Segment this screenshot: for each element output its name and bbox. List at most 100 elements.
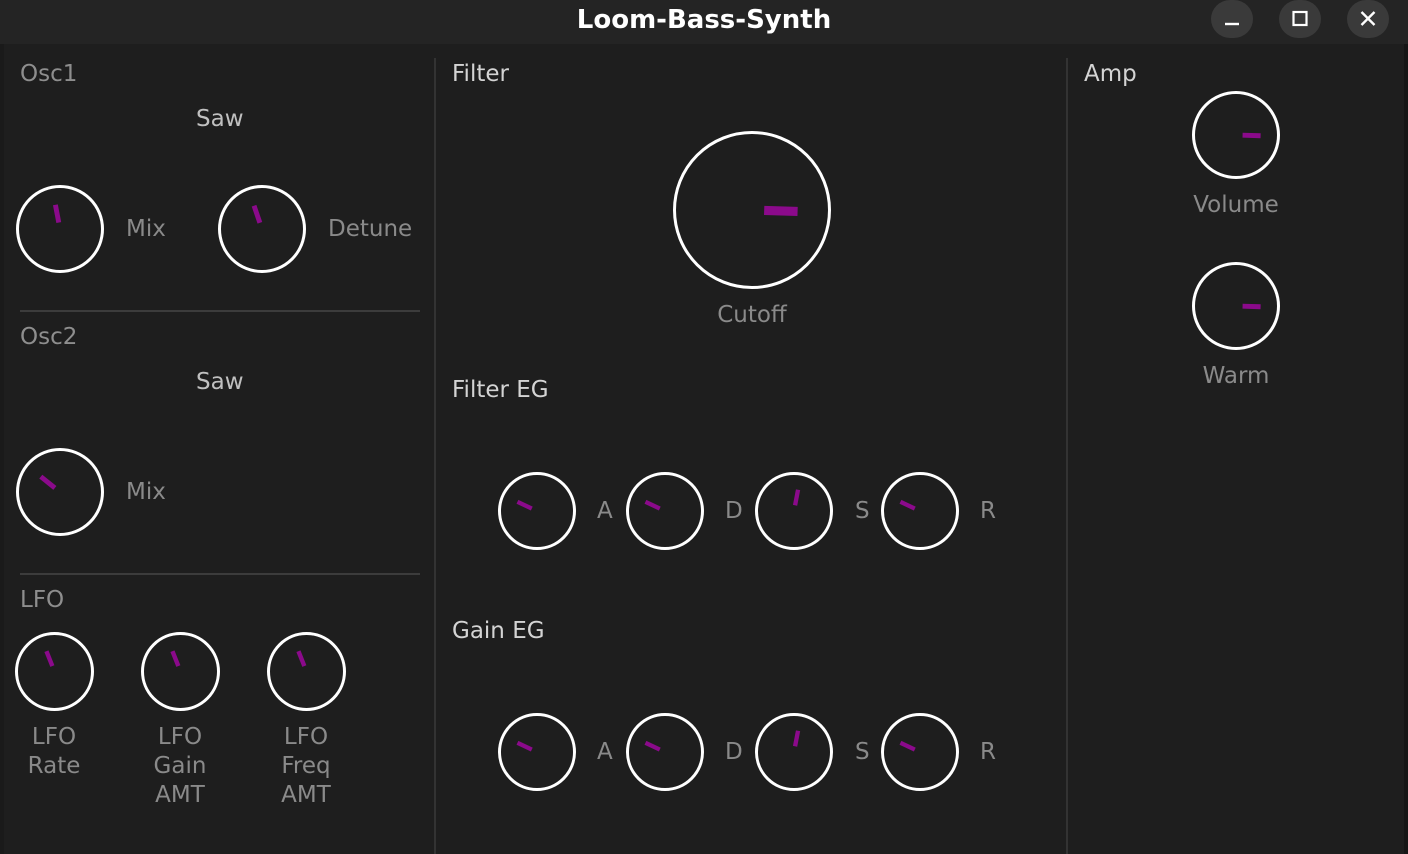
window-edge-right xyxy=(1404,44,1408,854)
knob-indicator xyxy=(764,205,798,216)
knob-pointer xyxy=(44,650,55,667)
knob-pointer xyxy=(1242,303,1261,310)
knob-pointer xyxy=(644,499,661,511)
lfo-divider xyxy=(20,573,420,575)
knob-pointer xyxy=(792,730,801,747)
synth-window: Loom-Bass-Synth Osc1 Saw Mix Detune Osc2… xyxy=(0,0,1408,854)
knob-indicator xyxy=(792,730,801,747)
lfo-rate-label: LFO Rate xyxy=(14,723,94,781)
knob-indicator xyxy=(170,650,181,667)
knob-indicator xyxy=(1242,303,1261,310)
filter-title: Filter xyxy=(452,61,509,87)
knob-pointer xyxy=(899,740,916,752)
lfo-freq-amt-label-line: LFO xyxy=(283,724,329,750)
maximize-icon xyxy=(1292,10,1308,27)
cutoff-label: Cutoff xyxy=(717,302,787,328)
knob-indicator xyxy=(296,650,307,667)
osc-divider xyxy=(20,310,420,312)
lfo-freq-amt-label: LFO Freq AMT xyxy=(266,723,346,810)
lfo-gain-amt-label: LFO Gain AMT xyxy=(140,723,220,810)
knob-indicator xyxy=(52,204,62,224)
knob-indicator xyxy=(516,740,533,752)
title-bar: Loom-Bass-Synth xyxy=(0,0,1408,44)
filter-eg-decay-knob[interactable] xyxy=(626,472,704,550)
maximize-button[interactable] xyxy=(1279,0,1321,38)
lfo-rate-knob[interactable] xyxy=(15,632,94,711)
knob-pointer xyxy=(792,489,801,506)
knob-pointer xyxy=(516,499,533,511)
gain-eg-title: Gain EG xyxy=(452,618,545,644)
osc2-mix-label: Mix xyxy=(126,479,166,505)
warm-knob[interactable] xyxy=(1192,262,1280,350)
knob-indicator xyxy=(1242,132,1261,139)
lfo-gain-amt-label-line: AMT xyxy=(155,782,205,808)
lfo-freq-amt-label-line: Freq xyxy=(281,753,331,779)
osc2-waveform-selector[interactable]: Saw xyxy=(196,369,244,395)
knob-indicator xyxy=(644,740,661,752)
filter-eg-release-label: R xyxy=(980,498,996,524)
amp-title: Amp xyxy=(1084,61,1137,87)
lfo-gain-amt-label-line: LFO xyxy=(157,724,203,750)
gain-eg-release-label: R xyxy=(980,739,996,765)
osc1-waveform-selector[interactable]: Saw xyxy=(196,106,244,132)
filter-eg-sustain-knob[interactable] xyxy=(755,472,833,550)
filter-eg-attack-label: A xyxy=(597,498,613,524)
knob-pointer xyxy=(170,650,181,667)
close-icon xyxy=(1360,11,1376,26)
minimize-button[interactable] xyxy=(1211,0,1253,38)
minimize-icon xyxy=(1225,22,1239,26)
knob-pointer xyxy=(52,204,62,224)
filter-eg-decay-label: D xyxy=(725,498,743,524)
knob-indicator xyxy=(644,499,661,511)
osc1-mix-knob[interactable] xyxy=(16,185,104,273)
knob-pointer xyxy=(899,499,916,511)
knob-pointer xyxy=(1242,132,1261,139)
column-divider-left xyxy=(434,58,436,854)
osc1-mix-label: Mix xyxy=(126,216,166,242)
knob-indicator xyxy=(899,740,916,752)
knob-indicator xyxy=(516,499,533,511)
lfo-rate-label-line: Rate xyxy=(27,753,81,779)
filter-eg-release-knob[interactable] xyxy=(881,472,959,550)
knob-pointer xyxy=(644,740,661,752)
knob-indicator xyxy=(44,650,55,667)
column-divider-right xyxy=(1066,58,1068,854)
gain-eg-attack-label: A xyxy=(597,739,613,765)
close-button[interactable] xyxy=(1347,0,1389,38)
knob-indicator xyxy=(39,474,57,490)
knob-indicator xyxy=(899,499,916,511)
gain-eg-sustain-label: S xyxy=(855,739,870,765)
osc1-detune-label: Detune xyxy=(328,216,413,242)
lfo-freq-amt-knob[interactable] xyxy=(267,632,346,711)
cutoff-knob[interactable] xyxy=(673,131,831,289)
knob-indicator xyxy=(792,489,801,506)
window-edge-left xyxy=(0,44,4,854)
gain-eg-decay-knob[interactable] xyxy=(626,713,704,791)
volume-knob[interactable] xyxy=(1192,91,1280,179)
osc1-detune-knob[interactable] xyxy=(218,185,306,273)
lfo-title: LFO xyxy=(20,587,65,613)
filter-eg-attack-knob[interactable] xyxy=(498,472,576,550)
osc2-mix-knob[interactable] xyxy=(16,448,104,536)
osc2-title: Osc2 xyxy=(20,324,78,350)
knob-indicator xyxy=(251,204,263,224)
knob-pointer xyxy=(251,204,263,224)
knob-pointer xyxy=(516,740,533,752)
gain-eg-decay-label: D xyxy=(725,739,743,765)
volume-label: Volume xyxy=(1193,192,1279,218)
knob-pointer xyxy=(764,205,798,216)
lfo-freq-amt-label-line: AMT xyxy=(281,782,331,808)
lfo-gain-amt-label-line: Gain xyxy=(153,753,207,779)
gain-eg-attack-knob[interactable] xyxy=(498,713,576,791)
window-title: Loom-Bass-Synth xyxy=(576,5,832,35)
filter-eg-title: Filter EG xyxy=(452,377,549,403)
warm-label: Warm xyxy=(1202,363,1270,389)
gain-eg-release-knob[interactable] xyxy=(881,713,959,791)
lfo-gain-amt-knob[interactable] xyxy=(141,632,220,711)
knob-pointer xyxy=(296,650,307,667)
osc1-title: Osc1 xyxy=(20,61,78,87)
gain-eg-sustain-knob[interactable] xyxy=(755,713,833,791)
lfo-rate-label-line: LFO xyxy=(31,724,77,750)
filter-eg-sustain-label: S xyxy=(855,498,870,524)
knob-pointer xyxy=(39,474,57,490)
